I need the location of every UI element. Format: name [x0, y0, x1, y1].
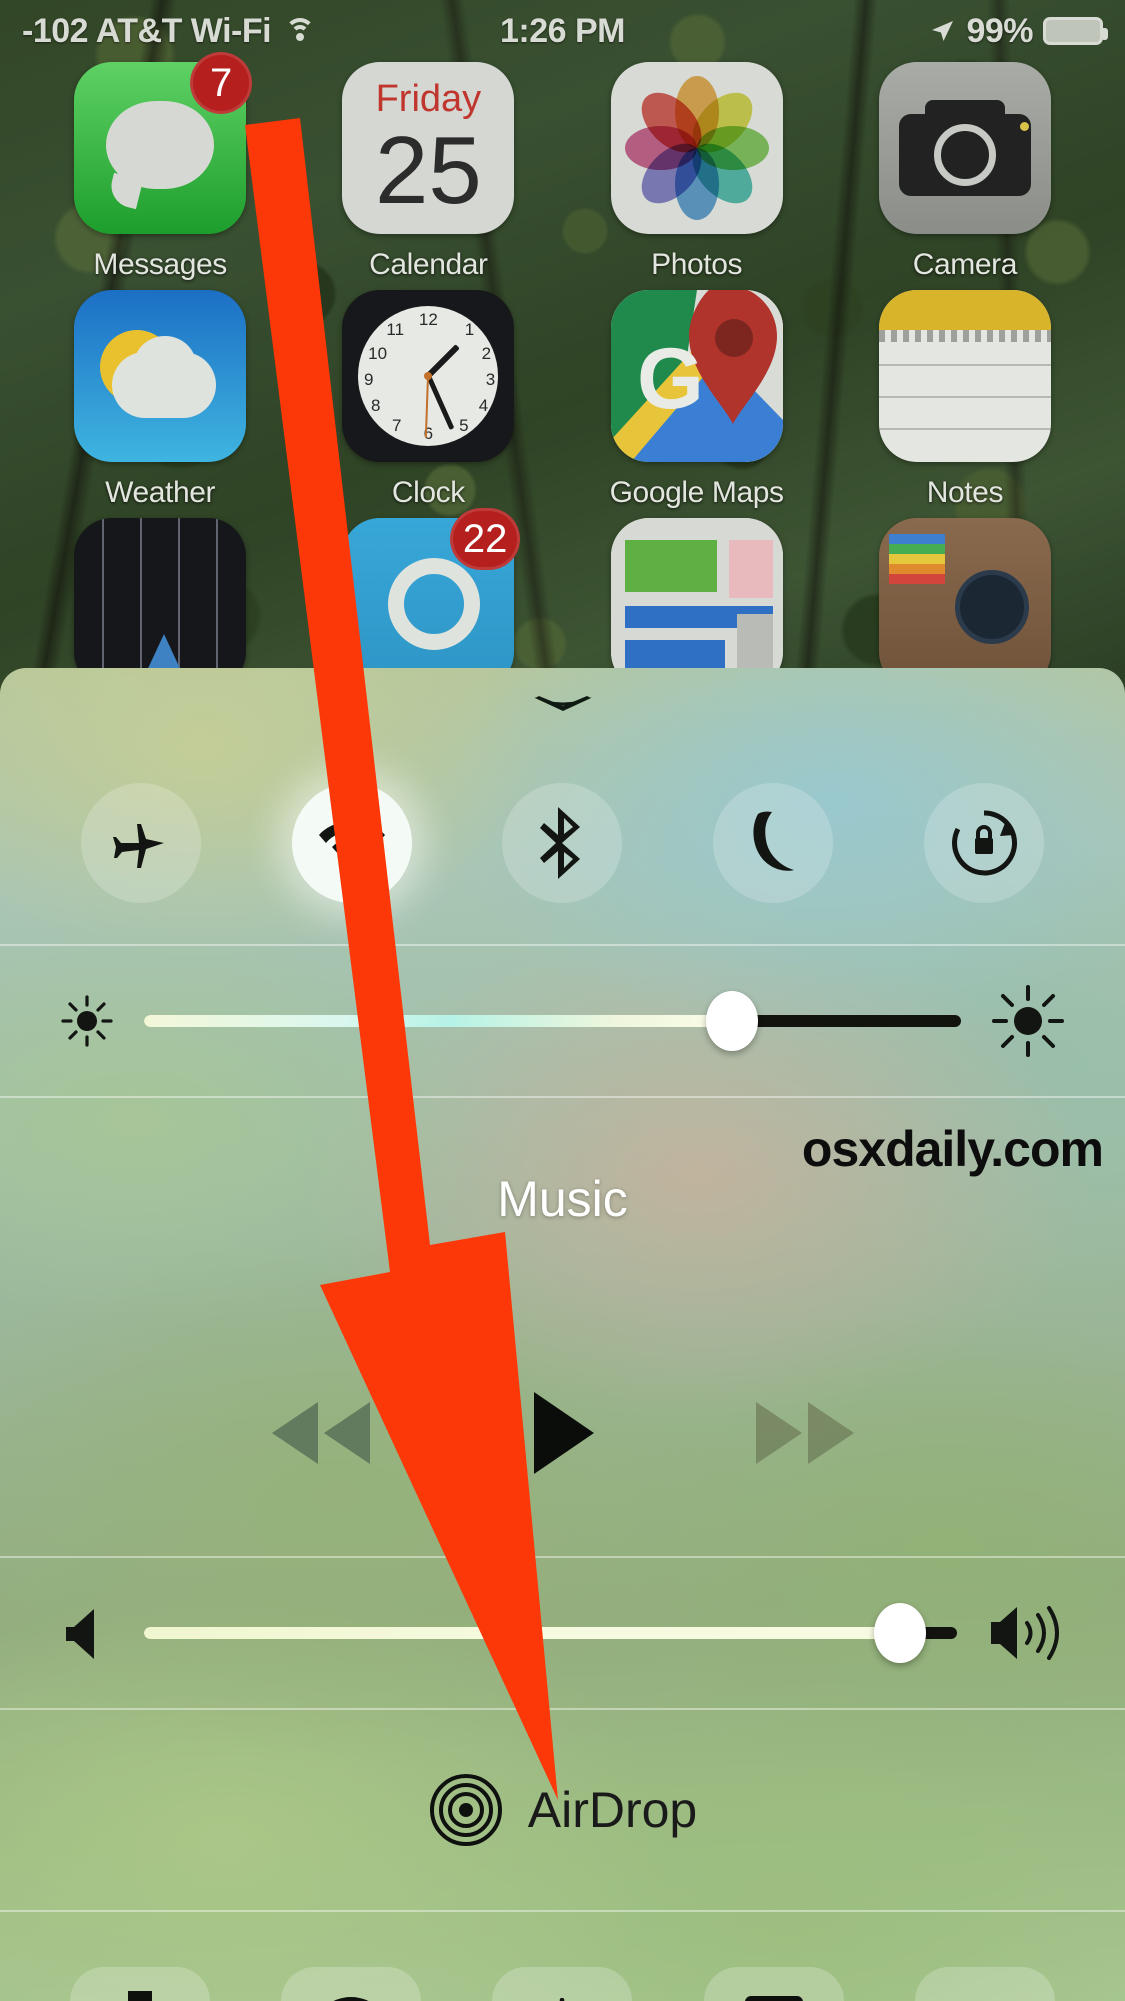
airdrop-label: AirDrop [527, 1782, 698, 1838]
shortcut-calculator[interactable] [703, 1967, 844, 2001]
app-label: Weather [105, 476, 216, 509]
calendar-date: 25 [374, 117, 482, 224]
status-bar: -102 AT&T Wi-Fi 1:26 PM 99% [0, 0, 1125, 62]
clock-icon[interactable]: 12 1 2 3 4 5 6 7 8 9 10 11 [342, 290, 515, 462]
brightness-fill [144, 1015, 733, 1027]
airdrop-section: AirDrop [0, 1710, 1125, 1912]
app-grid: 7 Messages Friday 25 Calendar Photos Cam… [0, 52, 1125, 698]
brightness-section [0, 946, 1125, 1098]
toggle-airplane-mode[interactable] [81, 783, 202, 903]
app-label: Camera [912, 248, 1018, 281]
wifi-icon [318, 821, 385, 871]
toggle-bluetooth[interactable] [502, 783, 623, 903]
svg-text:G: G [637, 331, 704, 427]
moon-icon [753, 811, 795, 871]
calendar-weekday: Friday [375, 78, 482, 120]
clock-label: 1:26 PM [500, 11, 626, 50]
camera-icon[interactable] [878, 62, 1051, 234]
app-label: Photos [651, 248, 743, 281]
control-center-grabber[interactable] [0, 668, 1125, 742]
chevron-grabber-icon [533, 696, 592, 711]
app-label: Google Maps [609, 476, 784, 509]
files-icon[interactable] [610, 518, 783, 690]
app-label: Calendar [369, 248, 488, 281]
weather-icon[interactable] [74, 290, 247, 462]
badge-phone: 22 [449, 508, 521, 570]
speaker-loud-icon [991, 1606, 1059, 1660]
brightness-thumb[interactable] [706, 991, 759, 1051]
volume-section [0, 1558, 1125, 1710]
music-transport [0, 1388, 1125, 1478]
volume-thumb[interactable] [874, 1603, 927, 1663]
toggle-wifi[interactable] [291, 783, 412, 903]
app-row: Weather 12 1 2 3 4 5 6 7 8 9 10 11 Clock… [0, 290, 1125, 510]
shortcuts-section [0, 1912, 1125, 2001]
toggle-rotation-lock[interactable] [923, 783, 1044, 903]
airplane-icon [113, 824, 165, 868]
photos-icon[interactable] [610, 62, 783, 234]
instagram-icon[interactable] [878, 518, 1051, 690]
shortcut-camera[interactable] [915, 1967, 1056, 2001]
app-label: Clock [391, 476, 465, 509]
app-label: Notes [926, 476, 1004, 509]
stocks-icon[interactable] [74, 518, 247, 690]
app-files[interactable] [594, 518, 799, 690]
shortcut-timer[interactable] [281, 1967, 422, 2001]
calendar-icon[interactable]: Friday 25 [342, 62, 515, 234]
shortcut-flashlight[interactable] [69, 1967, 210, 2001]
toggles-section [0, 742, 1125, 946]
bluetooth-icon [540, 807, 581, 879]
app-phone[interactable]: 22 [326, 508, 531, 690]
volume-slider[interactable] [144, 1603, 957, 1663]
app-weather[interactable]: Weather [58, 290, 263, 510]
app-row: 7 Messages Friday 25 Calendar Photos Cam… [0, 52, 1125, 282]
app-instagram[interactable] [862, 518, 1067, 690]
app-notes[interactable]: Notes [862, 290, 1067, 510]
app-photos[interactable]: Photos [594, 62, 799, 282]
app-row: 22 [0, 508, 1125, 690]
brightness-high-icon [992, 985, 1064, 1057]
app-label: Messages [93, 248, 227, 281]
app-google-maps[interactable]: G Google Maps [594, 290, 799, 510]
app-stocks[interactable] [58, 518, 263, 690]
notes-icon[interactable] [878, 290, 1051, 462]
airdrop-button[interactable]: AirDrop [0, 1710, 1125, 1910]
app-calendar[interactable]: Friday 25 Calendar [326, 62, 531, 282]
shortcut-night-shift[interactable] [492, 1967, 633, 2001]
app-clock[interactable]: 12 1 2 3 4 5 6 7 8 9 10 11 Clock [326, 290, 531, 510]
watermark: osxdaily.com [801, 1121, 1104, 1177]
app-camera[interactable]: Camera [862, 62, 1067, 282]
volume-fill [144, 1627, 901, 1639]
music-title: Music [497, 1171, 628, 1227]
brightness-low-icon [61, 995, 113, 1047]
google-maps-icon[interactable]: G [610, 290, 783, 462]
fast-forward-icon[interactable] [748, 1396, 864, 1470]
flashlight-icon [127, 1991, 152, 2001]
timer-icon [333, 1997, 369, 2001]
rewind-icon[interactable] [262, 1396, 378, 1470]
calculator-icon [744, 1996, 803, 2001]
play-icon[interactable] [526, 1388, 600, 1478]
toggle-do-not-disturb[interactable] [713, 783, 834, 903]
home-screen: -102 AT&T Wi-Fi 1:26 PM 99% 7 Messages F… [0, 0, 1125, 700]
brightness-slider[interactable] [144, 991, 961, 1051]
app-messages[interactable]: 7 Messages [58, 52, 263, 282]
rotation-lock-icon [951, 810, 1017, 876]
airdrop-icon [429, 1774, 502, 1846]
control-center-panel[interactable]: Music AirDrop [0, 668, 1125, 2001]
speaker-mute-icon [66, 1609, 94, 1659]
battery-icon [1043, 17, 1108, 45]
